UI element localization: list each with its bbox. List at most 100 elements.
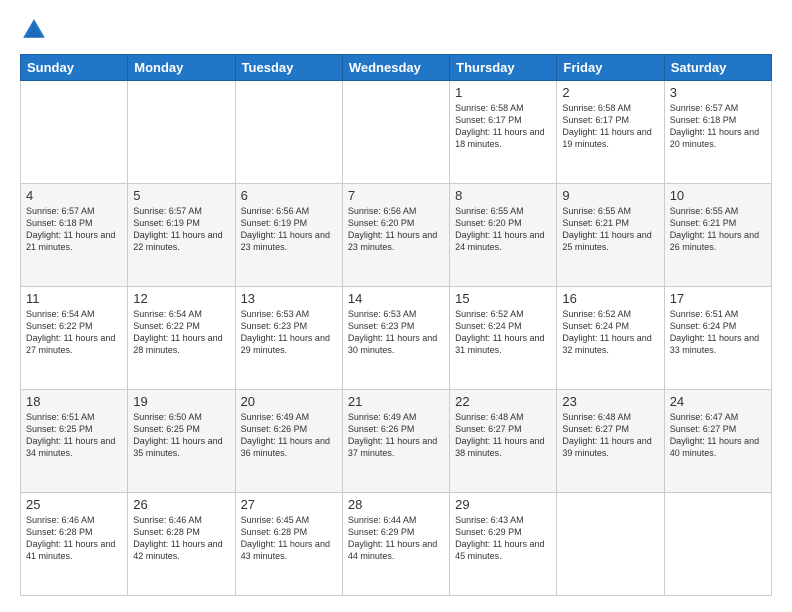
page: SundayMondayTuesdayWednesdayThursdayFrid… bbox=[0, 0, 792, 612]
calendar-cell bbox=[21, 81, 128, 184]
day-info: Sunrise: 6:44 AM Sunset: 6:29 PM Dayligh… bbox=[348, 514, 444, 563]
calendar-day-header: Friday bbox=[557, 55, 664, 81]
day-number: 16 bbox=[562, 291, 658, 306]
day-info: Sunrise: 6:57 AM Sunset: 6:19 PM Dayligh… bbox=[133, 205, 229, 254]
calendar-week-row: 25Sunrise: 6:46 AM Sunset: 6:28 PM Dayli… bbox=[21, 493, 772, 596]
calendar-cell: 27 Sunrise: 6:45 AM Sunset: 6:28 PM Dayli… bbox=[235, 493, 342, 596]
day-info: Sunrise: 6:56 AM Sunset: 6:20 PM Dayligh… bbox=[348, 205, 444, 254]
day-info: Sunrise: 6:52 AM Sunset: 6:24 PM Dayligh… bbox=[562, 308, 658, 357]
day-number: 1 bbox=[455, 85, 551, 100]
day-info: Sunrise: 6:51 AM Sunset: 6:25 PM Dayligh… bbox=[26, 411, 122, 460]
calendar-cell: 7 Sunrise: 6:56 AM Sunset: 6:20 PM Daylig… bbox=[342, 184, 449, 287]
logo bbox=[20, 16, 52, 44]
day-info: Sunrise: 6:55 AM Sunset: 6:20 PM Dayligh… bbox=[455, 205, 551, 254]
day-number: 26 bbox=[133, 497, 229, 512]
calendar-week-row: 1 Sunrise: 6:58 AM Sunset: 6:17 PM Daylig… bbox=[21, 81, 772, 184]
day-number: 11 bbox=[26, 291, 122, 306]
calendar-cell bbox=[664, 493, 771, 596]
calendar-cell: 1 Sunrise: 6:58 AM Sunset: 6:17 PM Daylig… bbox=[450, 81, 557, 184]
calendar-cell bbox=[557, 493, 664, 596]
day-number: 28 bbox=[348, 497, 444, 512]
day-info: Sunrise: 6:58 AM Sunset: 6:17 PM Dayligh… bbox=[455, 102, 551, 151]
calendar-cell: 10 Sunrise: 6:55 AM Sunset: 6:21 PM Dayli… bbox=[664, 184, 771, 287]
calendar-cell: 4 Sunrise: 6:57 AM Sunset: 6:18 PM Daylig… bbox=[21, 184, 128, 287]
calendar-cell: 12Sunrise: 6:54 AM Sunset: 6:22 PM Dayli… bbox=[128, 287, 235, 390]
calendar-cell bbox=[128, 81, 235, 184]
day-info: Sunrise: 6:53 AM Sunset: 6:23 PM Dayligh… bbox=[348, 308, 444, 357]
calendar-cell: 8 Sunrise: 6:55 AM Sunset: 6:20 PM Daylig… bbox=[450, 184, 557, 287]
day-number: 3 bbox=[670, 85, 766, 100]
header bbox=[20, 16, 772, 44]
day-number: 8 bbox=[455, 188, 551, 203]
day-info: Sunrise: 6:58 AM Sunset: 6:17 PM Dayligh… bbox=[562, 102, 658, 151]
day-number: 10 bbox=[670, 188, 766, 203]
calendar-day-header: Saturday bbox=[664, 55, 771, 81]
day-info: Sunrise: 6:49 AM Sunset: 6:26 PM Dayligh… bbox=[241, 411, 337, 460]
calendar-cell: 29Sunrise: 6:43 AM Sunset: 6:29 PM Dayli… bbox=[450, 493, 557, 596]
calendar-day-header: Monday bbox=[128, 55, 235, 81]
calendar-cell bbox=[235, 81, 342, 184]
day-info: Sunrise: 6:54 AM Sunset: 6:22 PM Dayligh… bbox=[26, 308, 122, 357]
day-number: 6 bbox=[241, 188, 337, 203]
day-info: Sunrise: 6:48 AM Sunset: 6:27 PM Dayligh… bbox=[455, 411, 551, 460]
day-number: 7 bbox=[348, 188, 444, 203]
calendar-week-row: 11 Sunrise: 6:54 AM Sunset: 6:22 PM Dayli… bbox=[21, 287, 772, 390]
day-info: Sunrise: 6:48 AM Sunset: 6:27 PM Dayligh… bbox=[562, 411, 658, 460]
day-info: Sunrise: 6:45 AM Sunset: 6:28 PM Dayligh… bbox=[241, 514, 337, 563]
day-number: 2 bbox=[562, 85, 658, 100]
day-info: Sunrise: 6:49 AM Sunset: 6:26 PM Dayligh… bbox=[348, 411, 444, 460]
day-number: 5 bbox=[133, 188, 229, 203]
calendar-day-header: Tuesday bbox=[235, 55, 342, 81]
day-number: 4 bbox=[26, 188, 122, 203]
calendar-week-row: 18 Sunrise: 6:51 AM Sunset: 6:25 PM Dayli… bbox=[21, 390, 772, 493]
calendar-cell: 15 Sunrise: 6:52 AM Sunset: 6:24 PM Dayli… bbox=[450, 287, 557, 390]
day-info: Sunrise: 6:55 AM Sunset: 6:21 PM Dayligh… bbox=[670, 205, 766, 254]
day-info: Sunrise: 6:54 AM Sunset: 6:22 PM Dayligh… bbox=[133, 308, 229, 357]
day-info: Sunrise: 6:57 AM Sunset: 6:18 PM Dayligh… bbox=[670, 102, 766, 151]
calendar-cell: 28 Sunrise: 6:44 AM Sunset: 6:29 PM Dayli… bbox=[342, 493, 449, 596]
calendar-cell: 22 Sunrise: 6:48 AM Sunset: 6:27 PM Dayli… bbox=[450, 390, 557, 493]
day-info: Sunrise: 6:50 AM Sunset: 6:25 PM Dayligh… bbox=[133, 411, 229, 460]
day-number: 21 bbox=[348, 394, 444, 409]
calendar-cell: 3 Sunrise: 6:57 AM Sunset: 6:18 PM Daylig… bbox=[664, 81, 771, 184]
calendar-cell: 16 Sunrise: 6:52 AM Sunset: 6:24 PM Dayli… bbox=[557, 287, 664, 390]
day-number: 18 bbox=[26, 394, 122, 409]
calendar-cell: 25Sunrise: 6:46 AM Sunset: 6:28 PM Dayli… bbox=[21, 493, 128, 596]
calendar-table: SundayMondayTuesdayWednesdayThursdayFrid… bbox=[20, 54, 772, 596]
day-number: 27 bbox=[241, 497, 337, 512]
calendar-cell: 9 Sunrise: 6:55 AM Sunset: 6:21 PM Daylig… bbox=[557, 184, 664, 287]
calendar-cell: 6 Sunrise: 6:56 AM Sunset: 6:19 PM Daylig… bbox=[235, 184, 342, 287]
day-number: 22 bbox=[455, 394, 551, 409]
calendar-cell: 11 Sunrise: 6:54 AM Sunset: 6:22 PM Dayli… bbox=[21, 287, 128, 390]
day-info: Sunrise: 6:47 AM Sunset: 6:27 PM Dayligh… bbox=[670, 411, 766, 460]
day-info: Sunrise: 6:43 AM Sunset: 6:29 PM Dayligh… bbox=[455, 514, 551, 563]
calendar-cell: 23Sunrise: 6:48 AM Sunset: 6:27 PM Dayli… bbox=[557, 390, 664, 493]
calendar-cell: 13Sunrise: 6:53 AM Sunset: 6:23 PM Dayli… bbox=[235, 287, 342, 390]
day-info: Sunrise: 6:56 AM Sunset: 6:19 PM Dayligh… bbox=[241, 205, 337, 254]
day-number: 25 bbox=[26, 497, 122, 512]
calendar-cell bbox=[342, 81, 449, 184]
day-info: Sunrise: 6:52 AM Sunset: 6:24 PM Dayligh… bbox=[455, 308, 551, 357]
calendar-day-header: Sunday bbox=[21, 55, 128, 81]
calendar-cell: 14 Sunrise: 6:53 AM Sunset: 6:23 PM Dayli… bbox=[342, 287, 449, 390]
day-info: Sunrise: 6:57 AM Sunset: 6:18 PM Dayligh… bbox=[26, 205, 122, 254]
day-info: Sunrise: 6:51 AM Sunset: 6:24 PM Dayligh… bbox=[670, 308, 766, 357]
calendar-cell: 19Sunrise: 6:50 AM Sunset: 6:25 PM Dayli… bbox=[128, 390, 235, 493]
day-number: 24 bbox=[670, 394, 766, 409]
calendar-cell: 24 Sunrise: 6:47 AM Sunset: 6:27 PM Dayli… bbox=[664, 390, 771, 493]
calendar-cell: 5 Sunrise: 6:57 AM Sunset: 6:19 PM Daylig… bbox=[128, 184, 235, 287]
day-number: 9 bbox=[562, 188, 658, 203]
logo-icon bbox=[20, 16, 48, 44]
calendar-day-header: Thursday bbox=[450, 55, 557, 81]
day-number: 15 bbox=[455, 291, 551, 306]
calendar-week-row: 4 Sunrise: 6:57 AM Sunset: 6:18 PM Daylig… bbox=[21, 184, 772, 287]
day-number: 14 bbox=[348, 291, 444, 306]
day-number: 13 bbox=[241, 291, 337, 306]
calendar-cell: 20Sunrise: 6:49 AM Sunset: 6:26 PM Dayli… bbox=[235, 390, 342, 493]
day-info: Sunrise: 6:55 AM Sunset: 6:21 PM Dayligh… bbox=[562, 205, 658, 254]
calendar-cell: 21 Sunrise: 6:49 AM Sunset: 6:26 PM Dayli… bbox=[342, 390, 449, 493]
calendar-cell: 17Sunrise: 6:51 AM Sunset: 6:24 PM Dayli… bbox=[664, 287, 771, 390]
calendar-cell: 2 Sunrise: 6:58 AM Sunset: 6:17 PM Daylig… bbox=[557, 81, 664, 184]
calendar-header-row: SundayMondayTuesdayWednesdayThursdayFrid… bbox=[21, 55, 772, 81]
calendar-day-header: Wednesday bbox=[342, 55, 449, 81]
